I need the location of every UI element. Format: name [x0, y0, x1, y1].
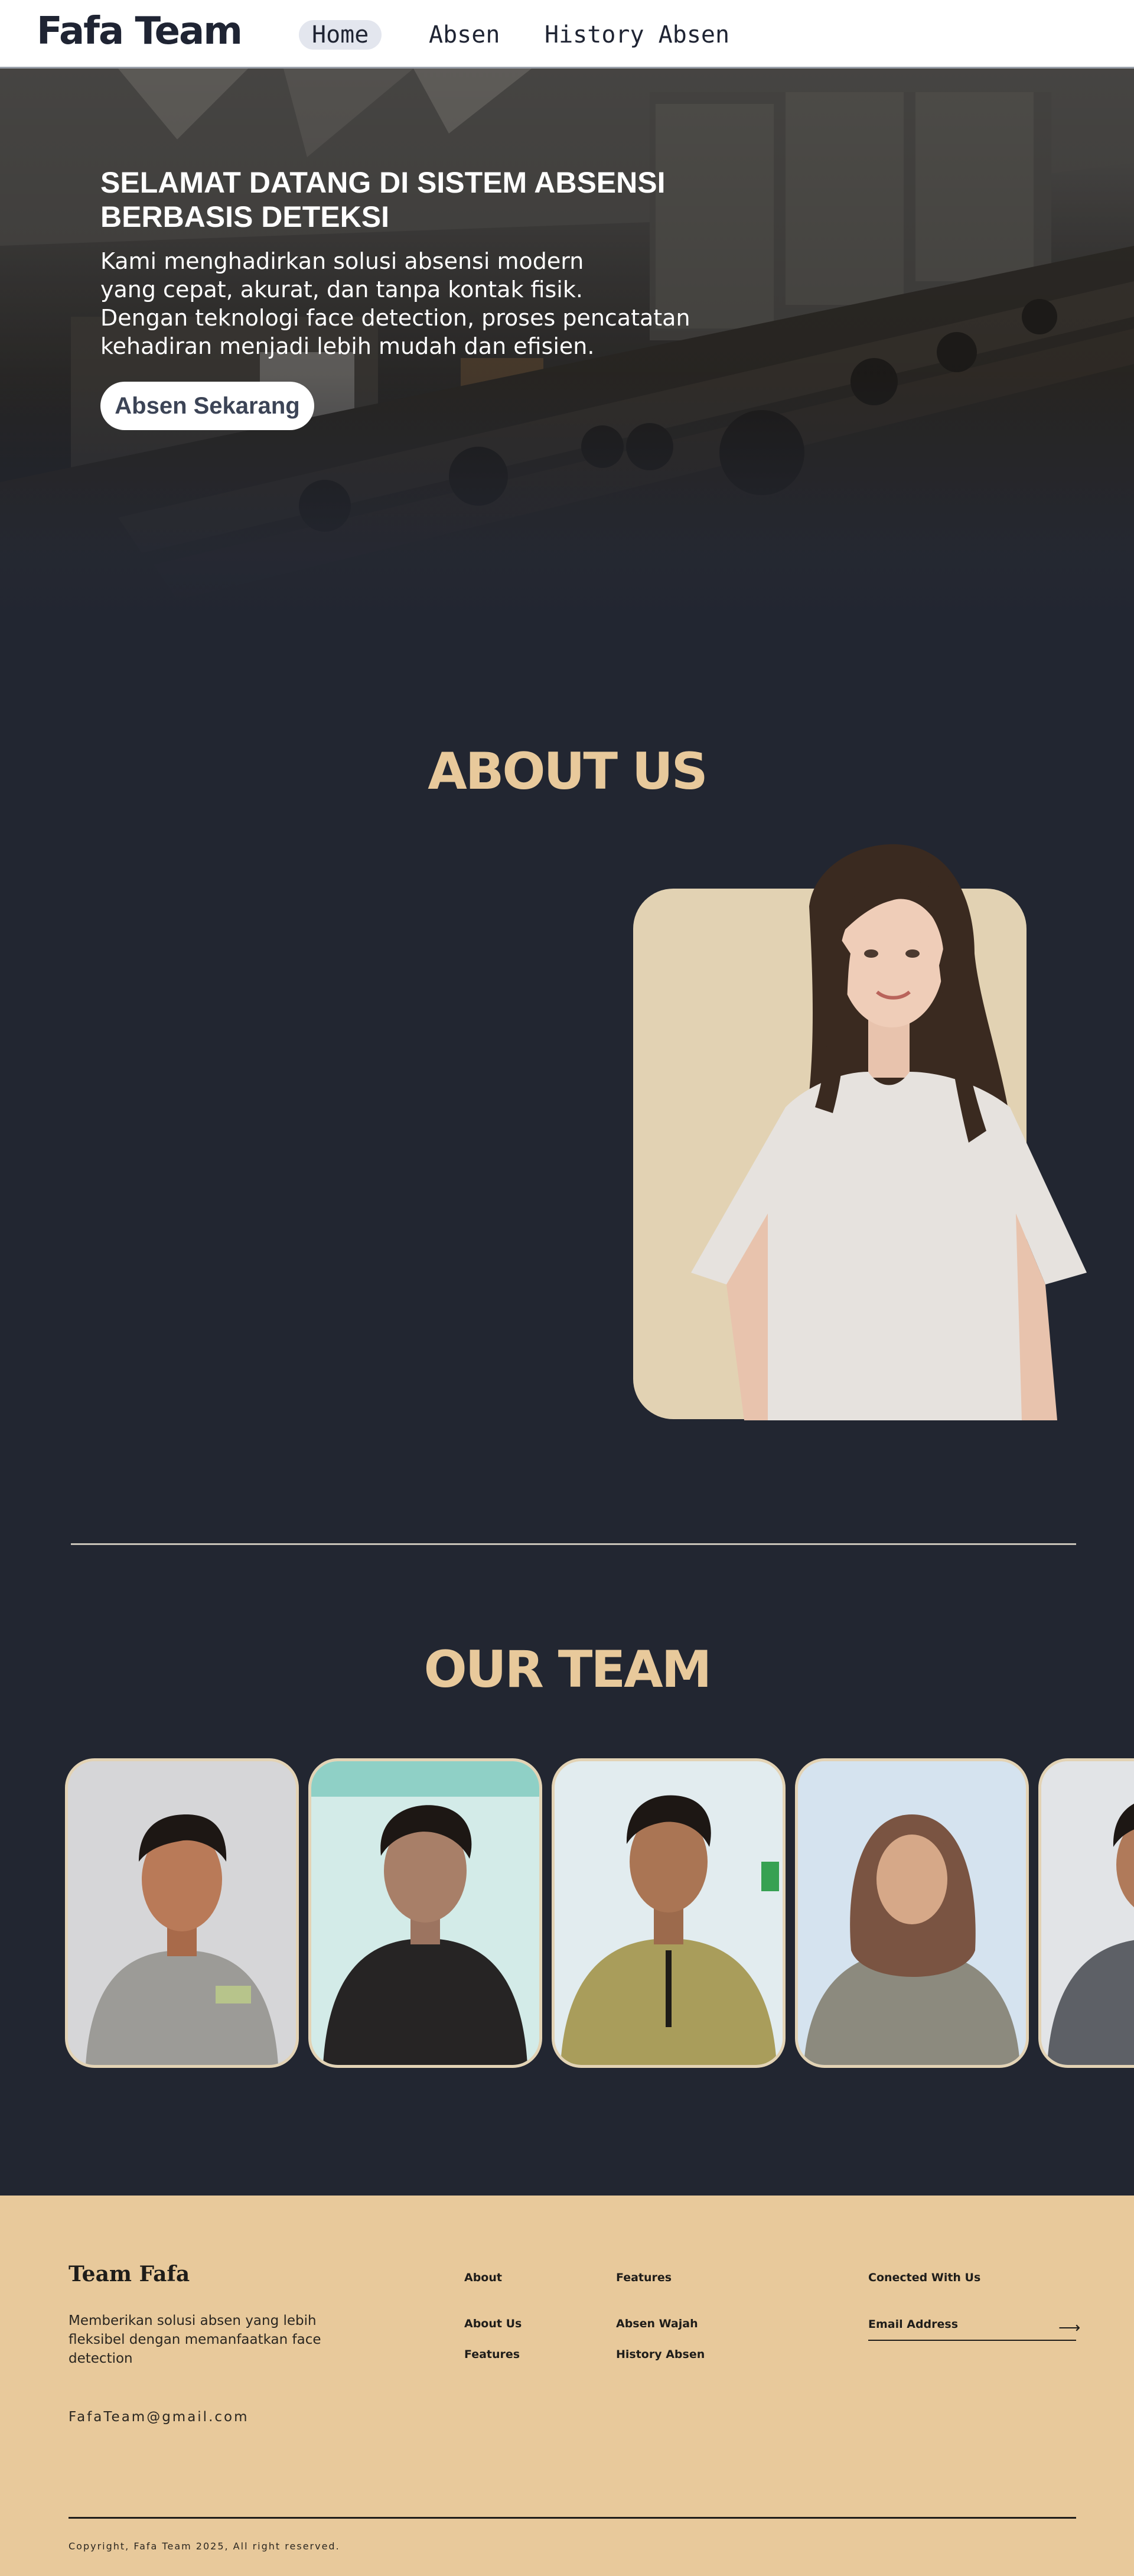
footer-heading-about: About [464, 2271, 502, 2284]
footer-heading-features: Features [616, 2271, 672, 2284]
footer-brand: Team Fafa [69, 2262, 190, 2286]
footer-link-about-us[interactable]: About Us [464, 2317, 522, 2330]
nav-link-absen[interactable]: Absen [429, 20, 500, 50]
team-member-card[interactable] [795, 1758, 1029, 2068]
nav-link-history-absen[interactable]: History Absen [545, 20, 729, 50]
hero-description: Kami menghadirkan solusi absensi modern … [100, 247, 691, 360]
hero-desc-line: yang cepat, akurat, dan tanpa kontak fis… [100, 277, 583, 303]
team-title: OUR TEAM [423, 1640, 712, 1699]
team-member-card[interactable] [308, 1758, 542, 2068]
nav-link-home[interactable]: Home [299, 20, 382, 50]
footer-link-history-absen[interactable]: History Absen [616, 2348, 705, 2361]
copyright-text: Copyright, Fafa Team 2025, All right res… [69, 2541, 340, 2552]
newsletter-email-input[interactable] [868, 2314, 1076, 2341]
hero-title: SELAMAT DATANG DI SISTEM ABSENSI BERBASI… [100, 166, 666, 233]
team-member-photo [311, 1761, 539, 2065]
absen-sekarang-button[interactable]: Absen Sekarang [100, 382, 314, 430]
hero-desc-line: kehadiran menjadi lebih mudah dan efisie… [100, 333, 595, 359]
team-member-photo [555, 1761, 783, 2065]
brand-logo[interactable]: Fafa Team [37, 9, 243, 53]
navbar: Fafa Team Home Absen History Absen [0, 0, 1134, 69]
footer-heading-connect: Conected With Us [868, 2271, 981, 2284]
arrow-right-icon[interactable]: ⟶ [1058, 2318, 1080, 2336]
footer-link-features[interactable]: Features [464, 2348, 520, 2361]
team-member-card[interactable] [65, 1758, 299, 2068]
team-carousel[interactable] [0, 1758, 1134, 2069]
team-member-photo [1041, 1761, 1134, 2065]
footer-divider [69, 2517, 1076, 2519]
footer-link-absen-wajah[interactable]: Absen Wajah [616, 2317, 698, 2330]
team-member-card[interactable] [1038, 1758, 1134, 2068]
footer-description: Memberikan solusi absen yang lebih fleks… [69, 2313, 321, 2366]
hero-desc-line: Kami menghadirkan solusi absensi modern [100, 248, 584, 274]
team-member-photo [798, 1761, 1026, 2065]
team-member-card[interactable] [552, 1758, 786, 2068]
section-divider [71, 1543, 1076, 1545]
team-member-photo [68, 1761, 296, 2065]
hero-desc-line: Dengan teknologi face detection, proses … [100, 305, 690, 331]
hero-section: SELAMAT DATANG DI SISTEM ABSENSI BERBASI… [0, 69, 1134, 624]
footer-email-link[interactable]: FafaTeam@gmail.com [69, 2409, 249, 2425]
about-title: ABOUT US [428, 742, 708, 801]
footer: Team Fafa Memberikan solusi absen yang l… [0, 2196, 1134, 2576]
about-woman-photo [691, 844, 1087, 1420]
